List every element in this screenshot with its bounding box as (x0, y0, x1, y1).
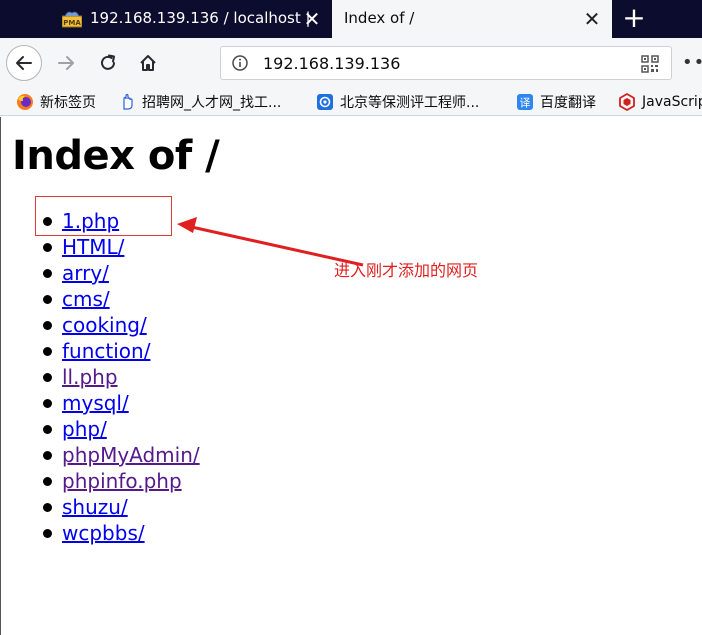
url-text[interactable]: 192.168.139.136 (263, 54, 400, 73)
list-item: phpMyAdmin/ (43, 442, 200, 468)
file-link[interactable]: phpinfo.php (62, 469, 182, 493)
back-button[interactable] (6, 45, 42, 81)
list-item: cooking/ (43, 312, 200, 338)
firefox-icon (17, 94, 33, 110)
list-item: mysql/ (43, 390, 200, 416)
file-link[interactable]: mysql/ (62, 391, 129, 415)
svg-text:译: 译 (520, 97, 531, 110)
close-tab-icon[interactable]: ✕ (582, 9, 602, 29)
new-tab-button[interactable]: + (618, 2, 650, 34)
phpmyadmin-icon: PMA (61, 10, 83, 28)
bookmark-job-site[interactable]: 招聘网_人才网_找工... (118, 91, 281, 113)
tab-phpmyadmin[interactable]: PMA 192.168.139.136 / localhost | phpMyA… (48, 0, 332, 38)
svg-text:PMA: PMA (63, 19, 81, 27)
cube-icon (619, 93, 635, 111)
list-item: function/ (43, 338, 200, 364)
file-link[interactable]: HTML/ (62, 235, 124, 259)
tab-title: Index of / (344, 9, 415, 27)
bookmark-security-engineer[interactable]: 北京等保测评工程师... (316, 91, 479, 113)
file-link[interactable]: phpMyAdmin/ (62, 443, 200, 467)
bookmark-label: 百度翻译 (540, 95, 596, 111)
list-item: ll.php (43, 364, 200, 390)
bookmark-label: 新标签页 (40, 95, 96, 111)
forward-arrow-icon (58, 56, 74, 70)
list-item: phpinfo.php (43, 468, 200, 494)
list-item: HTML/ (43, 234, 200, 260)
reload-button[interactable] (90, 45, 126, 81)
list-item: php/ (43, 416, 200, 442)
file-link[interactable]: ll.php (62, 365, 118, 389)
tab-index-of[interactable]: Index of / ✕ (332, 0, 612, 38)
bookmarks-bar: 新标签页 招聘网_人才网_找工... 北京等保测评工程师... 译 百度翻译 J… (0, 88, 702, 116)
list-item: arry/ (43, 260, 200, 286)
hand-icon (123, 93, 133, 110)
tab-strip: PMA 192.168.139.136 / localhost | phpMyA… (0, 0, 702, 38)
file-list: 1.php HTML/arry/cms/cooking/function/ll.p… (43, 208, 200, 546)
bookmark-label: 北京等保测评工程师... (340, 95, 480, 111)
tab-title: 192.168.139.136 / localhost | phpMyAdmin (90, 9, 312, 27)
list-item: cms/ (43, 286, 200, 312)
file-link[interactable]: arry/ (62, 261, 109, 285)
home-button[interactable] (130, 45, 166, 81)
list-item: wcpbbs/ (43, 520, 200, 546)
url-bar[interactable]: 192.168.139.136 (220, 46, 672, 80)
bookmark-javascript[interactable]: JavaScript (618, 91, 702, 113)
more-options-button[interactable]: ••• (682, 52, 702, 73)
navigation-bar: 192.168.139.136 ••• (0, 38, 702, 88)
forward-button[interactable] (48, 45, 84, 81)
annotation-text: 进入刚才添加的网页 (334, 261, 479, 280)
file-link[interactable]: function/ (62, 339, 150, 363)
translate-icon: 译 (517, 94, 533, 110)
file-link[interactable]: cooking/ (62, 313, 147, 337)
home-icon (140, 55, 156, 71)
back-arrow-icon (16, 56, 32, 70)
file-link[interactable]: wcpbbs/ (62, 521, 145, 545)
qr-code-icon[interactable] (641, 55, 659, 73)
site-info-icon[interactable] (232, 55, 248, 71)
list-item: shuzu/ (43, 494, 200, 520)
file-link[interactable]: php/ (62, 417, 107, 441)
app-icon (317, 94, 333, 110)
file-link[interactable]: cms/ (62, 287, 110, 311)
highlight-box (35, 196, 172, 236)
reload-icon (101, 54, 115, 70)
page-title: Index of / (12, 133, 220, 179)
page-content: Index of / 1.php HTML/arry/cms/cooking/fu… (0, 117, 702, 635)
bookmark-label: JavaScript (642, 94, 702, 110)
bookmark-baidu-translate[interactable]: 译 百度翻译 (516, 91, 596, 113)
close-tab-icon[interactable]: ✕ (302, 9, 322, 29)
bookmark-label: 招聘网_人才网_找工... (142, 95, 282, 111)
bookmark-new-tab[interactable]: 新标签页 (16, 91, 96, 113)
file-link[interactable]: shuzu/ (62, 495, 128, 519)
